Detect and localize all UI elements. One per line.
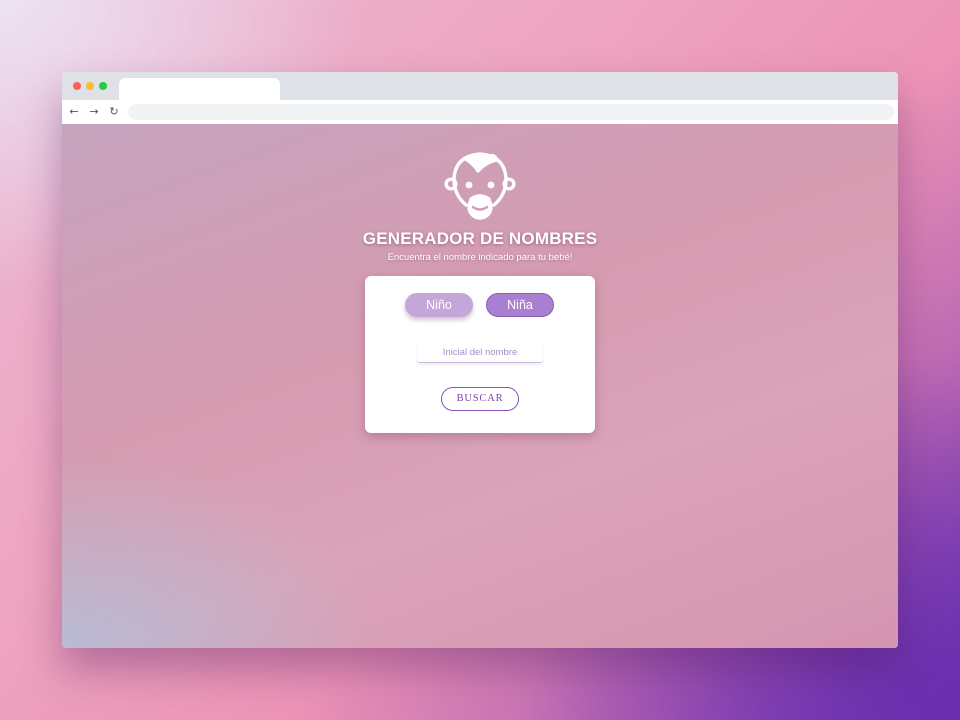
page-subtitle: Encuentra el nombre indicado para tu beb… (387, 252, 573, 263)
navigation-bar: ← → ↻ (62, 100, 898, 125)
address-bar[interactable] (128, 104, 894, 120)
search-card: Niño Niña BUSCAR (365, 276, 595, 433)
page-viewport: GENERADOR DE NOMBRES Encuentra el nombre… (62, 124, 898, 648)
nino-button[interactable]: Niño (405, 293, 473, 317)
search-button[interactable]: BUSCAR (441, 387, 519, 411)
nina-button[interactable]: Niña (486, 293, 554, 317)
initial-name-input[interactable] (417, 342, 543, 363)
close-window-button[interactable] (73, 82, 81, 90)
maximize-window-button[interactable] (99, 82, 107, 90)
baby-face-icon (444, 152, 516, 220)
browser-window: ← → ↻ GENERADOR DE NOMBRES Encuentra el … (62, 72, 898, 648)
minimize-window-button[interactable] (86, 82, 94, 90)
forward-arrow-icon[interactable]: → (86, 104, 102, 120)
back-arrow-icon[interactable]: ← (66, 104, 82, 120)
active-tab[interactable] (119, 78, 280, 100)
tab-bar (62, 72, 898, 100)
reload-icon[interactable]: ↻ (106, 104, 122, 120)
page-title: GENERADOR DE NOMBRES (362, 229, 598, 248)
